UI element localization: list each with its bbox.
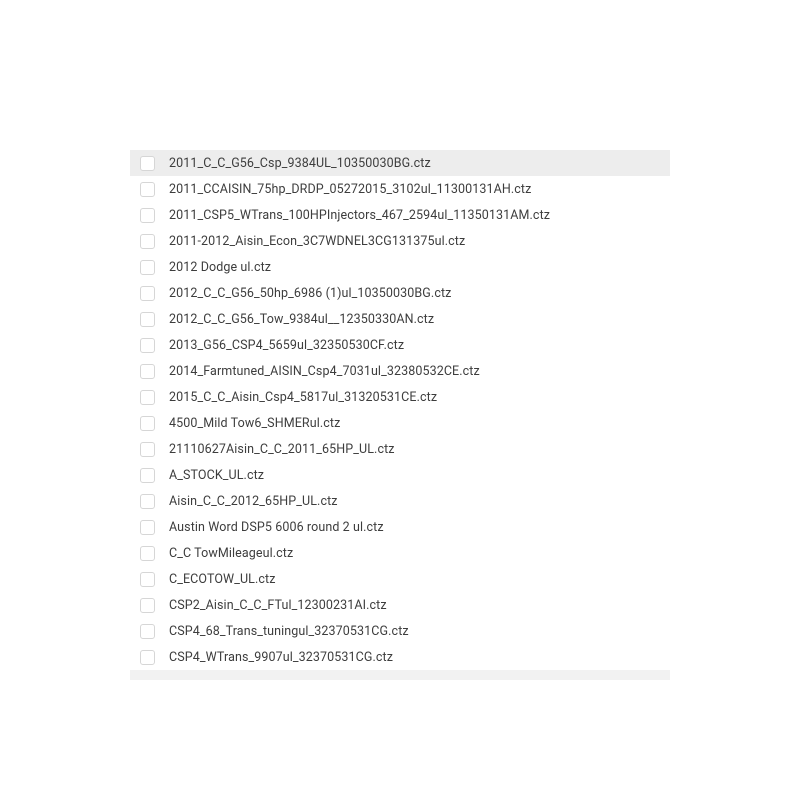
file-name-label: Aisin_C_C_2012_65HP_UL.ctz — [169, 494, 338, 509]
file-name-label: 2011_CCAISIN_75hp_DRDP_05272015_3102ul_1… — [169, 182, 531, 197]
file-checkbox[interactable] — [140, 520, 155, 535]
file-list-container: 2011_C_C_G56_Csp_9384UL_10350030BG.ctz 20… — [0, 0, 800, 680]
file-row[interactable]: CSP4_68_Trans_tuningul_32370531CG.ctz — [130, 618, 670, 644]
file-name-label: 21110627Aisin_C_C_2011_65HP_UL.ctz — [169, 442, 395, 457]
file-row[interactable]: 2012_C_C_G56_Tow_9384ul__12350330AN.ctz — [130, 306, 670, 332]
file-row[interactable]: C_C TowMileageul.ctz — [130, 540, 670, 566]
file-checkbox[interactable] — [140, 364, 155, 379]
file-name-label: 2011_C_C_G56_Csp_9384UL_10350030BG.ctz — [169, 156, 431, 171]
file-row[interactable]: 21110627Aisin_C_C_2011_65HP_UL.ctz — [130, 436, 670, 462]
file-checkbox[interactable] — [140, 208, 155, 223]
file-row[interactable]: 2013_G56_CSP4_5659ul_32350530CF.ctz — [130, 332, 670, 358]
file-name-label: CSP4_WTrans_9907ul_32370531CG.ctz — [169, 650, 393, 665]
file-checkbox[interactable] — [140, 650, 155, 665]
file-checkbox[interactable] — [140, 624, 155, 639]
file-checkbox[interactable] — [140, 156, 155, 171]
file-checkbox[interactable] — [140, 468, 155, 483]
file-name-label: CSP2_Aisin_C_C_FTul_12300231AI.ctz — [169, 598, 387, 613]
file-row[interactable]: 2012 Dodge ul.ctz — [130, 254, 670, 280]
file-row[interactable]: Aisin_C_C_2012_65HP_UL.ctz — [130, 488, 670, 514]
file-checkbox[interactable] — [140, 442, 155, 457]
file-row[interactable]: 2011_C_C_G56_Csp_9384UL_10350030BG.ctz — [130, 150, 670, 176]
file-name-label: 2013_G56_CSP4_5659ul_32350530CF.ctz — [169, 338, 404, 353]
file-checkbox[interactable] — [140, 494, 155, 509]
file-row[interactable]: 2011-2012_Aisin_Econ_3C7WDNEL3CG131375ul… — [130, 228, 670, 254]
file-name-label: 4500_Mild Tow6_SHMERul.ctz — [169, 416, 340, 431]
file-name-label: A_STOCK_UL.ctz — [169, 468, 264, 483]
file-row[interactable]: C_ECOTOW_UL.ctz — [130, 566, 670, 592]
file-row[interactable]: 4500_Mild Tow6_SHMERul.ctz — [130, 410, 670, 436]
file-name-label: 2011-2012_Aisin_Econ_3C7WDNEL3CG131375ul… — [169, 234, 465, 249]
file-row[interactable]: 2014_Farmtuned_AISIN_Csp4_7031ul_3238053… — [130, 358, 670, 384]
file-row[interactable]: 2012_C_C_G56_50hp_6986 (1)ul_10350030BG.… — [130, 280, 670, 306]
file-row[interactable]: A_STOCK_UL.ctz — [130, 462, 670, 488]
file-checkbox[interactable] — [140, 416, 155, 431]
file-name-label: CSP4_68_Trans_tuningul_32370531CG.ctz — [169, 624, 409, 639]
file-checkbox[interactable] — [140, 572, 155, 587]
file-checkbox[interactable] — [140, 546, 155, 561]
file-row[interactable]: 2011_CSP5_WTrans_100HPInjectors_467_2594… — [130, 202, 670, 228]
file-checkbox[interactable] — [140, 260, 155, 275]
file-name-label: 2014_Farmtuned_AISIN_Csp4_7031ul_3238053… — [169, 364, 480, 379]
file-name-label: 2015_C_C_Aisin_Csp4_5817ul_31320531CE.ct… — [169, 390, 437, 405]
file-row[interactable]: 2015_C_C_Aisin_Csp4_5817ul_31320531CE.ct… — [130, 384, 670, 410]
file-name-label: C_ECOTOW_UL.ctz — [169, 572, 276, 587]
file-list: 2011_C_C_G56_Csp_9384UL_10350030BG.ctz 20… — [130, 150, 670, 670]
file-checkbox[interactable] — [140, 286, 155, 301]
file-checkbox[interactable] — [140, 182, 155, 197]
file-checkbox[interactable] — [140, 598, 155, 613]
file-checkbox[interactable] — [140, 338, 155, 353]
file-row[interactable]: Austin Word DSP5 6006 round 2 ul.ctz — [130, 514, 670, 540]
file-row[interactable]: 2011_CCAISIN_75hp_DRDP_05272015_3102ul_1… — [130, 176, 670, 202]
file-checkbox[interactable] — [140, 390, 155, 405]
file-row[interactable]: CSP2_Aisin_C_C_FTul_12300231AI.ctz — [130, 592, 670, 618]
file-row[interactable]: CSP4_WTrans_9907ul_32370531CG.ctz — [130, 644, 670, 670]
file-name-label: 2012 Dodge ul.ctz — [169, 260, 271, 275]
file-name-label: Austin Word DSP5 6006 round 2 ul.ctz — [169, 520, 384, 535]
file-name-label: 2012_C_C_G56_Tow_9384ul__12350330AN.ctz — [169, 312, 434, 327]
file-name-label: C_C TowMileageul.ctz — [169, 546, 293, 561]
file-name-label: 2011_CSP5_WTrans_100HPInjectors_467_2594… — [169, 208, 550, 223]
file-name-label: 2012_C_C_G56_50hp_6986 (1)ul_10350030BG.… — [169, 286, 451, 301]
file-checkbox[interactable] — [140, 312, 155, 327]
file-checkbox[interactable] — [140, 234, 155, 249]
list-footer — [130, 670, 670, 680]
